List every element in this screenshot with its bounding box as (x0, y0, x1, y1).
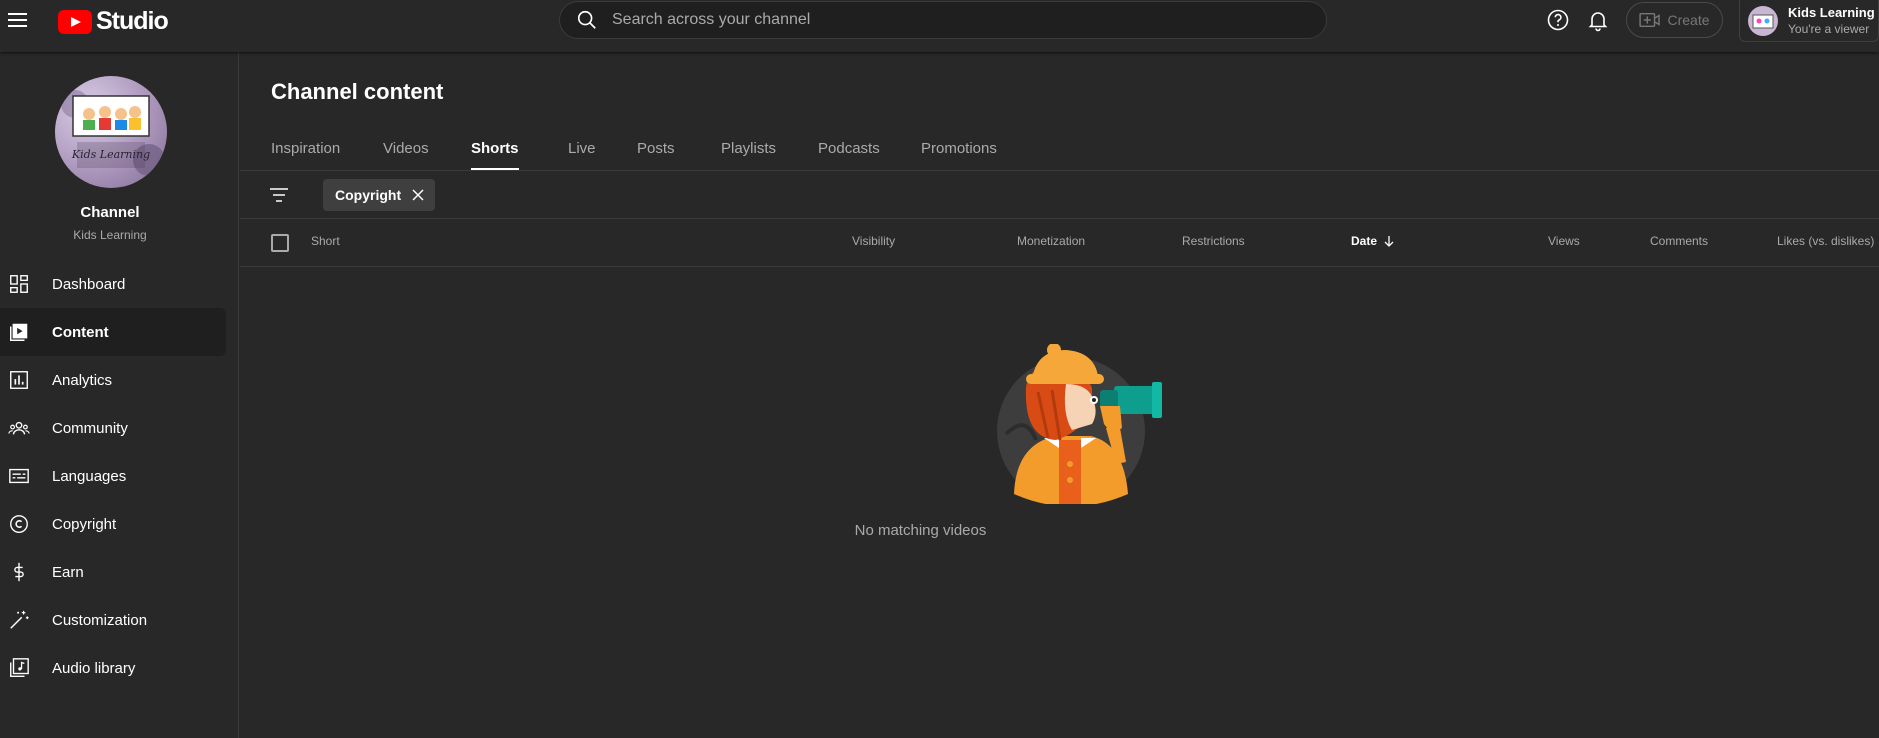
help-icon[interactable] (1546, 8, 1570, 32)
column-header-likes[interactable]: Likes (vs. dislikes) (1777, 234, 1874, 248)
column-header-date[interactable]: Date (1351, 234, 1395, 248)
tab-inspiration[interactable]: Inspiration (271, 124, 383, 172)
sidebar-item-label: Dashboard (52, 275, 126, 293)
sidebar-item-label: Customization (52, 611, 148, 629)
avatar-text: Kids Learning (71, 148, 150, 161)
filter-divider (240, 218, 1879, 219)
channel-title: Channel (80, 204, 140, 221)
menu-icon[interactable] (8, 8, 32, 32)
close-icon[interactable] (411, 188, 425, 202)
filter-chip-label: Copyright (335, 187, 402, 203)
tab-playlists[interactable]: Playlists (721, 124, 818, 172)
channel-name: Kids Learning (73, 228, 147, 242)
sidebar-item-dashboard[interactable]: Dashboard (0, 260, 226, 308)
account-name: Kids Learning (1788, 4, 1875, 20)
account-switcher[interactable]: Kids Learning You're a viewer (1739, 0, 1879, 42)
create-video-icon (1639, 12, 1661, 28)
account-role: You're a viewer (1788, 21, 1870, 36)
sidebar-item-label: Languages (52, 467, 127, 485)
customization-icon (10, 610, 29, 629)
logo-text: Studio (96, 7, 169, 35)
empty-state-illustration (997, 344, 1162, 504)
search-icon (577, 10, 596, 29)
sidebar-item-label: Audio library (52, 659, 136, 677)
sort-arrow-down-icon (1384, 236, 1394, 247)
sidebar-item-content[interactable]: Content (0, 308, 226, 356)
account-avatar (1748, 5, 1778, 36)
sidebar-nav: Dashboard Content Analytics Community La… (0, 260, 226, 692)
sidebar-item-audio-library[interactable]: Audio library (0, 644, 226, 692)
tab-live[interactable]: Live (568, 124, 637, 172)
languages-icon (9, 468, 29, 484)
content-tabs: Inspiration Videos Shorts Live Posts Pla… (271, 124, 1031, 172)
dashboard-icon (10, 275, 28, 293)
sidebar-item-languages[interactable]: Languages (0, 452, 226, 500)
community-icon (8, 421, 30, 435)
column-header-views[interactable]: Views (1548, 234, 1580, 248)
sidebar-item-label: Content (52, 323, 109, 341)
filter-icon[interactable] (267, 183, 291, 207)
youtube-logo-icon (58, 9, 92, 34)
create-label: Create (1667, 12, 1710, 28)
audio-library-icon (10, 658, 29, 677)
tab-promotions[interactable]: Promotions (921, 124, 1031, 172)
sidebar-item-earn[interactable]: Earn (0, 548, 226, 596)
search-input[interactable] (612, 11, 1292, 29)
sidebar-item-community[interactable]: Community (0, 404, 226, 452)
sidebar-item-copyright[interactable]: Copyright (0, 500, 226, 548)
content-icon (10, 323, 28, 341)
tab-posts[interactable]: Posts (637, 124, 721, 172)
tab-podcasts[interactable]: Podcasts (818, 124, 921, 172)
sidebar-item-label: Earn (52, 563, 84, 581)
header-divider (240, 266, 1879, 267)
notifications-bell-icon[interactable] (1586, 8, 1610, 32)
column-header-visibility[interactable]: Visibility (852, 234, 895, 248)
column-header-monetization[interactable]: Monetization (1017, 234, 1085, 248)
sidebar-item-customization[interactable]: Customization (0, 596, 226, 644)
search-bar[interactable] (559, 1, 1327, 39)
column-header-date-label: Date (1351, 234, 1378, 248)
analytics-icon (10, 371, 28, 389)
sidebar-item-label: Community (52, 419, 128, 437)
channel-avatar[interactable]: Kids Learning (55, 76, 167, 188)
top-bar: Studio Create Kids Learning You're a vie… (0, 0, 1879, 52)
main-content: Channel content Inspiration Videos Short… (240, 52, 1879, 738)
tab-shorts[interactable]: Shorts (471, 124, 519, 172)
studio-logo[interactable]: Studio (58, 7, 169, 36)
earn-icon (14, 562, 24, 582)
filter-chip-copyright[interactable]: Copyright (323, 179, 436, 211)
sidebar-item-label: Analytics (52, 371, 113, 389)
column-header-comments[interactable]: Comments (1650, 234, 1708, 248)
copyright-icon (10, 515, 28, 533)
column-header-restrictions[interactable]: Restrictions (1182, 234, 1245, 248)
page-title: Channel content (271, 79, 444, 104)
sidebar-item-analytics[interactable]: Analytics (0, 356, 226, 404)
create-button[interactable]: Create (1626, 2, 1723, 38)
empty-state-message: No matching videos (854, 522, 987, 539)
tabs-divider (240, 170, 1879, 171)
column-header-short[interactable]: Short (311, 234, 340, 248)
sidebar: Kids Learning Channel Kids Learning Dash… (0, 52, 239, 738)
sidebar-item-label: Copyright (52, 515, 117, 533)
tab-videos[interactable]: Videos (383, 124, 471, 172)
select-all-checkbox[interactable] (271, 234, 289, 252)
